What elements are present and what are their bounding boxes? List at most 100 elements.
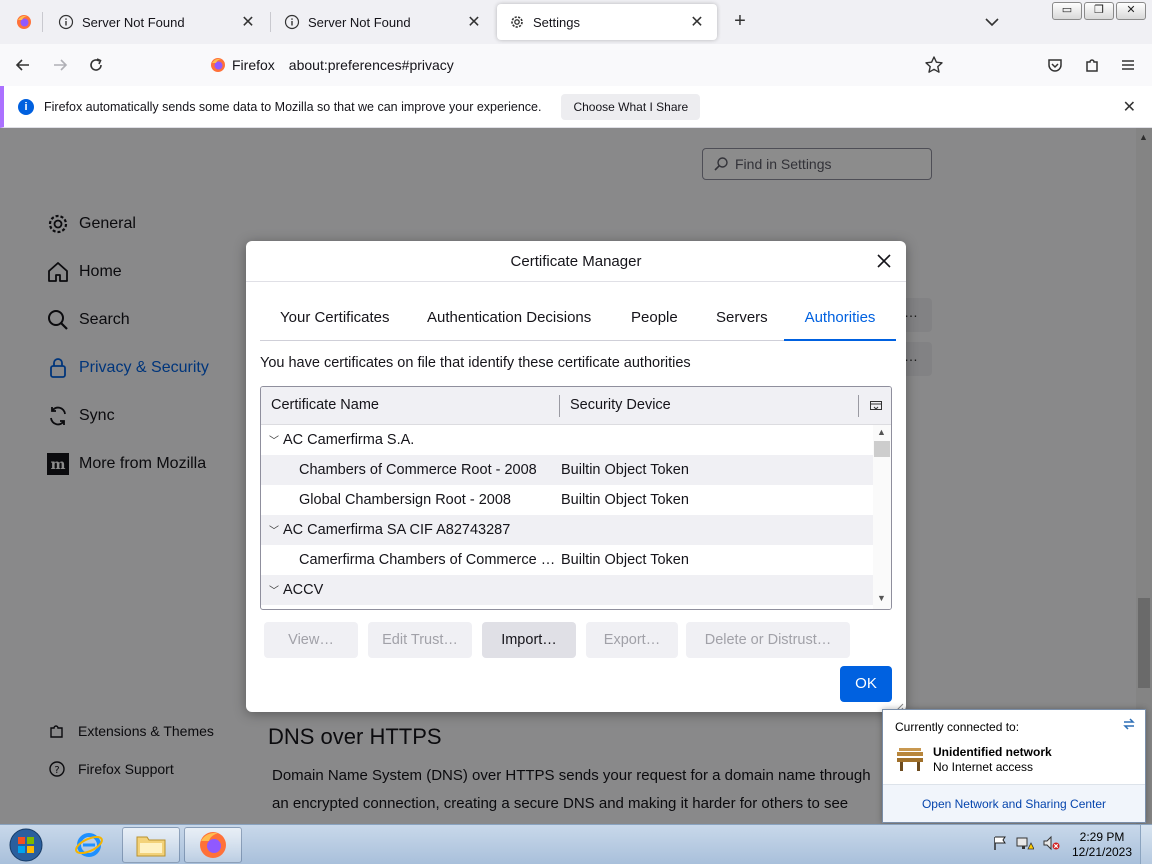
tab-servers[interactable]: Servers [696, 299, 788, 341]
close-window-button[interactable]: ✕ [1116, 2, 1146, 20]
url-bar[interactable]: Firefox about:preferences#privacy [200, 50, 952, 80]
internet-explorer-icon [75, 833, 103, 857]
certificate-manager-dialog: Certificate Manager Your Certificates Au… [246, 241, 906, 713]
tree-scrollbar[interactable]: ▲ ▼ [873, 425, 891, 609]
bookmark-star-icon[interactable] [924, 55, 944, 75]
info-icon [284, 14, 300, 30]
tab-authorities[interactable]: Authorities [784, 299, 896, 341]
back-arrow-icon [15, 59, 29, 71]
pocket-button[interactable] [1042, 52, 1068, 78]
start-button[interactable] [6, 827, 46, 863]
windows-logo-icon [9, 828, 43, 862]
tab-settings[interactable]: Settings ✕ [497, 4, 717, 40]
puzzle-icon [1086, 59, 1098, 72]
tab-server-not-found-1[interactable]: Server Not Found ✕ [46, 4, 268, 40]
reload-button[interactable] [83, 52, 109, 78]
reload-icon [90, 58, 102, 71]
clock-date: 12/21/2023 [1071, 845, 1133, 859]
network-popup-header: Currently connected to: [895, 720, 1020, 734]
extensions-button[interactable] [1079, 52, 1105, 78]
show-desktop-button[interactable] [1140, 825, 1152, 864]
taskbar: 2:29 PM 12/21/2023 [0, 824, 1152, 864]
close-tab-icon[interactable]: ✕ [687, 12, 707, 32]
tree-row-group[interactable]: ﹀ ACCV [261, 575, 873, 605]
tree-row-group[interactable]: ﹀ AC Camerfirma SA CIF A82743287 [261, 515, 873, 545]
column-picker-icon[interactable] [869, 399, 883, 413]
list-all-tabs-chevron-down-icon[interactable] [982, 12, 1002, 32]
chevron-down-icon[interactable]: ﹀ [269, 432, 279, 447]
tab-label: Settings [533, 14, 580, 30]
tab-server-not-found-2[interactable]: Server Not Found ✕ [272, 4, 494, 40]
tree-row[interactable]: Camerfirma Chambers of Commerce Root Bui… [261, 545, 873, 575]
choose-what-i-share-button[interactable]: Choose What I Share [561, 93, 701, 120]
tab-authentication-decisions[interactable]: Authentication Decisions [407, 299, 611, 341]
tab-label: Server Not Found [82, 14, 185, 30]
info-icon [58, 14, 74, 30]
network-warning-icon[interactable] [1016, 835, 1035, 854]
notification-text: Firefox automatically sends some data to… [44, 99, 542, 114]
close-tab-icon[interactable]: ✕ [238, 12, 258, 32]
certificate-tree[interactable]: Certificate Name Security Device ﹀ AC Ca… [260, 386, 892, 610]
certificate-tabs: Your Certificates Authentication Decisio… [260, 299, 896, 341]
close-icon[interactable]: ✕ [1123, 97, 1136, 117]
url-text[interactable]: about:preferences#privacy [289, 57, 454, 73]
restore-button[interactable]: ❐ [1084, 2, 1114, 20]
dialog-title: Certificate Manager [246, 241, 906, 282]
identity-label: Firefox [232, 57, 275, 73]
tree-row[interactable]: Chambers of Commerce Root - 2008 Builtin… [261, 455, 873, 485]
system-clock[interactable]: 2:29 PM 12/21/2023 [1066, 830, 1138, 860]
forward-arrow-icon [54, 59, 68, 71]
chevron-down-icon[interactable]: ﹀ [269, 582, 279, 597]
tab-people[interactable]: People [611, 299, 698, 341]
unidentified-network-bench-icon [895, 746, 925, 772]
identity-box[interactable]: Firefox [200, 52, 283, 78]
new-tab-button[interactable]: + [728, 10, 752, 34]
clock-time: 2:29 PM [1079, 830, 1125, 844]
firefox-logo-icon [200, 832, 226, 858]
system-tray [992, 835, 1060, 854]
minimize-button[interactable]: ▭ [1052, 2, 1082, 20]
tab-strip: Server Not Found ✕ Server Not Found ✕ Se… [0, 0, 1152, 44]
volume-muted-icon[interactable] [1042, 835, 1060, 854]
refresh-arrows-icon[interactable] [1121, 716, 1137, 732]
view-button[interactable]: View… [264, 622, 358, 658]
tab-your-certificates[interactable]: Your Certificates [260, 299, 410, 341]
export-button[interactable]: Export… [586, 622, 678, 658]
tree-header: Certificate Name Security Device [261, 387, 891, 425]
scrollbar-thumb[interactable] [874, 441, 890, 457]
tree-row-group[interactable]: ﹀ AC Camerfirma S.A. [261, 425, 873, 455]
tab-label: Server Not Found [308, 14, 411, 30]
close-icon[interactable] [874, 251, 894, 271]
internet-explorer-taskbar-button[interactable] [60, 827, 118, 863]
close-tab-icon[interactable]: ✕ [464, 12, 484, 32]
gear-icon [509, 14, 525, 30]
back-button[interactable] [10, 52, 36, 78]
scroll-down-icon[interactable]: ▼ [877, 593, 886, 603]
info-icon: i [18, 98, 34, 115]
tree-row[interactable]: Global Chambersign Root - 2008 Builtin O… [261, 485, 873, 515]
chevron-down-icon[interactable]: ﹀ [269, 522, 279, 537]
file-explorer-taskbar-button[interactable] [122, 827, 180, 863]
pocket-icon [1048, 59, 1062, 72]
data-reporting-notification: i Firefox automatically sends some data … [0, 86, 1152, 128]
authorities-intro-text: You have certificates on file that ident… [260, 355, 691, 371]
open-network-sharing-center-link[interactable]: Open Network and Sharing Center [883, 784, 1145, 822]
column-security-device[interactable]: Security Device [570, 397, 671, 413]
network-status: No Internet access [933, 760, 1034, 774]
import-button[interactable]: Import… [482, 622, 576, 658]
scroll-up-icon[interactable]: ▲ [877, 427, 886, 437]
hamburger-menu-icon [1122, 60, 1134, 70]
edit-trust-button[interactable]: Edit Trust… [368, 622, 472, 658]
action-center-flag-icon[interactable] [992, 835, 1008, 854]
network-status-popup: Currently connected to: Unidentified net… [882, 709, 1146, 823]
window-controls: ▭ ❐ ✕ [1052, 2, 1146, 20]
firefox-taskbar-button[interactable] [184, 827, 242, 863]
ok-button[interactable]: OK [840, 666, 892, 702]
app-menu-button[interactable] [1115, 52, 1141, 78]
folder-icon [136, 836, 166, 857]
firefox-view-button[interactable] [4, 4, 38, 40]
forward-button[interactable] [47, 52, 73, 78]
firefox-logo-icon [210, 57, 226, 73]
delete-or-distrust-button[interactable]: Delete or Distrust… [686, 622, 850, 658]
column-certificate-name[interactable]: Certificate Name [271, 397, 379, 413]
